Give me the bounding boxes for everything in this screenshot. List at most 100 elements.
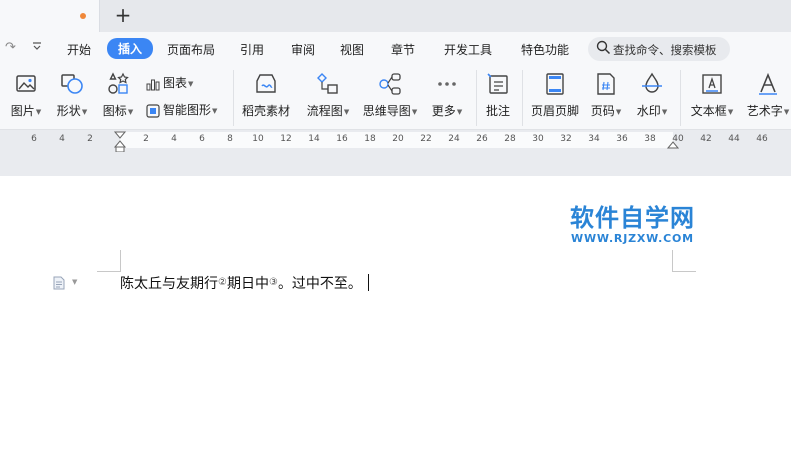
ribbon-separator (233, 70, 234, 126)
shape-button[interactable]: 形状▼ (50, 66, 94, 130)
ruler-tick: 6 (31, 134, 37, 144)
text-segment: 期日中 (226, 276, 269, 292)
page-number-icon (597, 73, 615, 95)
ruler-tick: 2 (87, 134, 93, 144)
header-footer-button[interactable]: 页眉页脚 (526, 66, 584, 130)
chart-label: 图表 (163, 76, 188, 90)
menu-references[interactable]: 引用 (240, 41, 264, 58)
mindmap-label: 思维导图 (362, 104, 411, 118)
watermark-title: 软件自学网 (570, 204, 695, 232)
quick-access-dropdown-icon[interactable] (31, 40, 43, 56)
ruler-tick: 20 (392, 134, 404, 144)
menu-bar: ↷ 开始 插入 页面布局 引用 审阅 视图 章节 开发工具 特色功能 查找命令、… (0, 32, 791, 66)
header-footer-label: 页眉页脚 (530, 104, 579, 118)
mindmap-icon (379, 73, 401, 95)
text-cursor (367, 274, 370, 291)
ruler-tick: 4 (59, 134, 65, 144)
menu-insert[interactable]: 插入 (107, 38, 154, 59)
ruler-tick: 10 (252, 134, 264, 144)
comment-label: 批注 (485, 104, 510, 118)
menu-view[interactable]: 视图 (340, 41, 364, 58)
unsaved-dot-icon (80, 13, 86, 19)
workspace-gap (0, 152, 791, 176)
paragraph-menu-icon[interactable] (52, 276, 66, 290)
ruler-tick: 24 (448, 134, 460, 144)
margin-corner-mark (672, 250, 673, 272)
picture-label: 图片 (10, 104, 35, 118)
wordart-label: 艺术字 (746, 104, 783, 118)
icon-label: 图标 (102, 104, 127, 118)
search-placeholder: 查找命令、搜索模板 (613, 43, 717, 57)
ruler-tick: 36 (616, 134, 628, 144)
text-segment: 陈太丘与友期行 (120, 276, 218, 292)
menu-home[interactable]: 开始 (67, 41, 91, 58)
textbox-button[interactable]: 文本框▼ (686, 66, 738, 130)
ruler-tick: 4 (171, 134, 177, 144)
redo-icon[interactable]: ↷ (5, 40, 16, 55)
document-page[interactable]: 软件自学网 WWW.RJZXW.COM ▼ 陈太丘与友期行②期日中③。过中不至。 (0, 176, 791, 453)
icons-icon (108, 72, 129, 94)
margin-corner-mark (120, 250, 121, 272)
watermark-icon (642, 72, 662, 93)
page-number-button[interactable]: 页码▼ (586, 66, 626, 130)
picture-icon (16, 75, 36, 92)
margin-corner-mark (97, 271, 121, 272)
smart-graphic-label: 智能图形 (163, 103, 212, 117)
new-tab-button[interactable]: + (112, 4, 134, 26)
chart-icon (146, 79, 160, 90)
textbox-icon (702, 74, 722, 94)
ribbon-separator (522, 70, 523, 126)
menu-page-layout[interactable]: 页面布局 (167, 41, 215, 58)
document-paragraph[interactable]: 陈太丘与友期行②期日中③。过中不至。 (120, 273, 370, 293)
command-search[interactable]: 查找命令、搜索模板 (588, 37, 730, 61)
ruler-tick: 6 (199, 134, 205, 144)
material-icon (256, 74, 276, 93)
menu-developer[interactable]: 开发工具 (444, 41, 492, 58)
ruler-tick: 32 (560, 134, 572, 144)
flowchart-label: 流程图 (306, 104, 343, 118)
flowchart-button[interactable]: 流程图▼ (302, 66, 354, 130)
insert-ribbon: 图片▼ 形状▼ 图标▼ 图表▼ 智能图形▼ 稻壳素材 流程图▼ 思维导图▼ 更多… (0, 66, 791, 130)
comment-button[interactable]: 批注 (480, 66, 516, 130)
textbox-label: 文本框 (690, 104, 727, 118)
watermark-label: 水印 (636, 104, 661, 118)
ruler-tick: 14 (308, 134, 320, 144)
right-indent-marker[interactable] (667, 140, 679, 149)
more-button[interactable]: 更多▼ (426, 66, 468, 130)
smart-graphic-button[interactable]: 智能图形▼ (146, 101, 217, 118)
smart-graphic-icon (146, 103, 160, 118)
site-watermark: 软件自学网 WWW.RJZXW.COM (570, 204, 695, 245)
ribbon-separator (680, 70, 681, 126)
paragraph-menu-caret-icon[interactable]: ▼ (72, 278, 77, 286)
ruler-tick: 22 (420, 134, 432, 144)
tab-strip: + (0, 0, 791, 32)
daoke-material-label: 稻壳素材 (241, 104, 290, 118)
comment-icon (487, 73, 508, 94)
mindmap-button[interactable]: 思维导图▼ (358, 66, 422, 130)
more-dots-icon (438, 82, 456, 86)
watermark-button[interactable]: 水印▼ (630, 66, 674, 130)
ruler-tick: 2 (143, 134, 149, 144)
ruler-tick: 42 (700, 134, 712, 144)
icon-library-button[interactable]: 图标▼ (96, 66, 140, 130)
shape-label: 形状 (56, 104, 81, 118)
ruler-tick: 16 (336, 134, 348, 144)
picture-button[interactable]: 图片▼ (4, 66, 48, 130)
footnote-ref[interactable]: ③ (269, 277, 278, 288)
ruler-tick: 12 (280, 134, 292, 144)
ribbon-separator (476, 70, 477, 126)
daoke-material-button[interactable]: 稻壳素材 (238, 66, 294, 130)
horizontal-ruler[interactable]: 6 4 2 2 4 6 8 10 12 14 16 18 20 22 24 26… (0, 130, 791, 153)
footnote-ref[interactable]: ② (218, 277, 227, 288)
menu-features[interactable]: 特色功能 (521, 41, 569, 58)
margin-corner-mark (672, 271, 696, 272)
text-segment: 。过中不至。 (277, 276, 362, 292)
menu-section[interactable]: 章节 (391, 41, 415, 58)
ruler-tick: 8 (227, 134, 233, 144)
ruler-tick: 44 (728, 134, 740, 144)
chart-button[interactable]: 图表▼ (146, 74, 193, 91)
document-tab[interactable] (0, 0, 100, 32)
menu-review[interactable]: 审阅 (291, 41, 315, 58)
first-line-indent-marker[interactable] (114, 131, 126, 153)
wordart-button[interactable]: 艺术字▼ (744, 66, 791, 130)
